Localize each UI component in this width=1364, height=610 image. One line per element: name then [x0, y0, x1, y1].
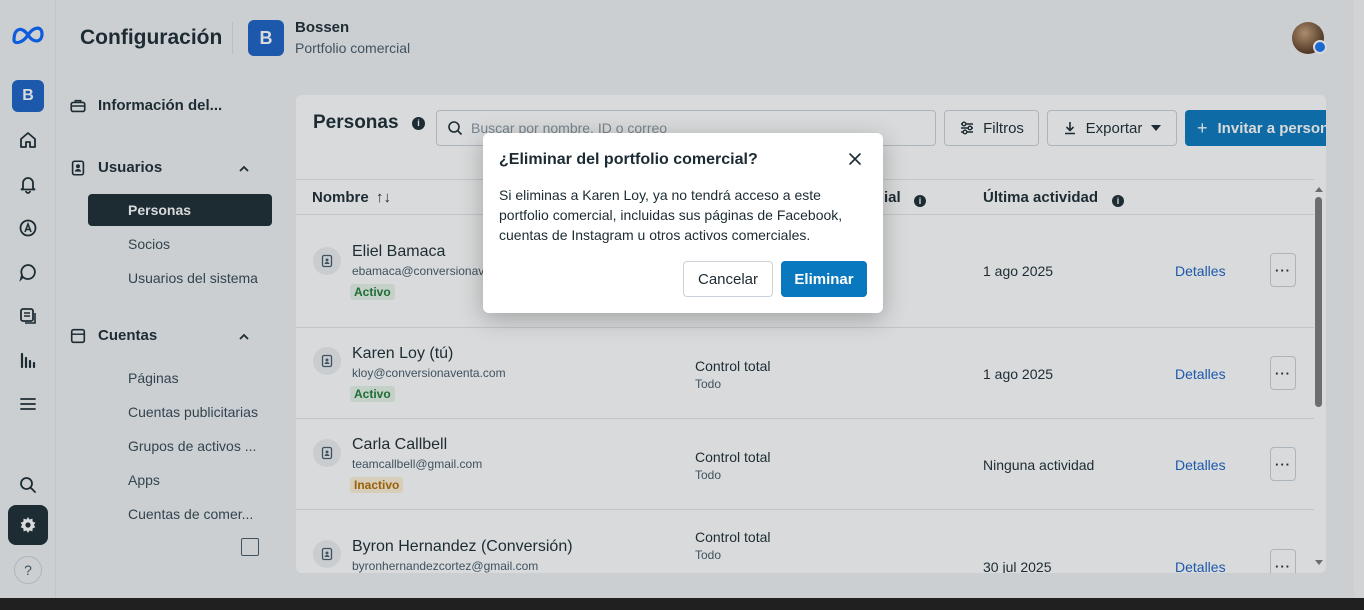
cancel-button[interactable]: Cancelar — [683, 261, 773, 297]
os-taskbar — [0, 598, 1364, 610]
close-icon[interactable] — [847, 151, 863, 167]
dialog-title: ¿Eliminar del portfolio comercial? — [499, 151, 758, 168]
dialog-message: Si eliminas a Karen Loy, ya no tendrá ac… — [499, 187, 843, 243]
remove-person-dialog: ¿Eliminar del portfolio comercial? Si el… — [483, 133, 883, 313]
delete-button[interactable]: Eliminar — [781, 261, 867, 297]
